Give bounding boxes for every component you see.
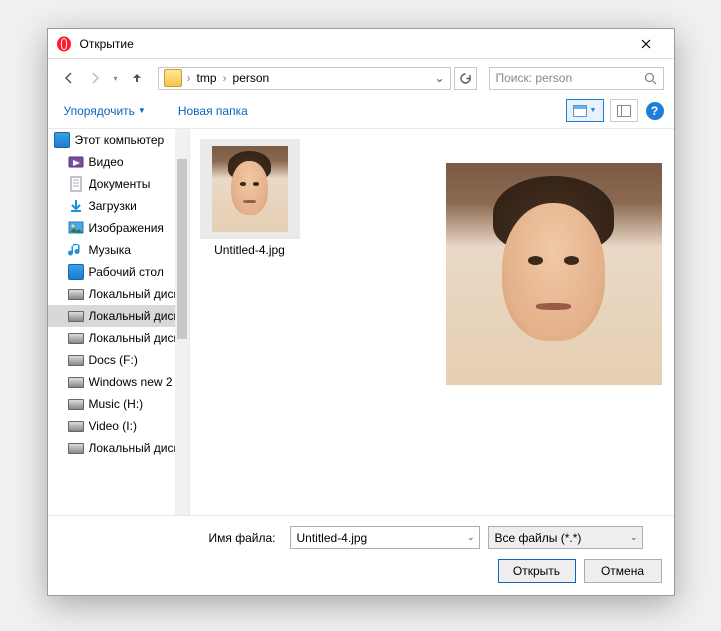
thumbnails-icon (573, 105, 587, 117)
opera-icon (56, 36, 72, 52)
recent-dropdown[interactable]: ▾ (110, 67, 122, 89)
tree-item[interactable]: Локальный диск (48, 305, 189, 327)
tree-item-label: Рабочий стол (89, 265, 164, 279)
search-placeholder: Поиск: person (496, 71, 644, 85)
open-file-dialog: Открытие ▾ › tmp › person ⌄ Поиск: perso… (47, 28, 675, 596)
tree-this-pc[interactable]: Этот компьютер (48, 129, 189, 151)
tree-item-icon (68, 440, 84, 456)
tree-item-label: Музыка (89, 243, 131, 257)
tree-item-label: Video (I:) (89, 419, 137, 433)
dialog-body: Этот компьютер Видео Документы Загрузки … (48, 129, 674, 515)
file-item[interactable]: Untitled-4.jpg (200, 139, 300, 257)
tree-item-icon (68, 198, 84, 214)
folder-icon (164, 69, 182, 87)
breadcrumb-person[interactable]: person (229, 71, 274, 85)
cancel-button[interactable]: Отмена (584, 559, 662, 583)
file-list[interactable]: Untitled-4.jpg (190, 129, 442, 515)
tree-item-icon (68, 418, 84, 434)
toolbar: Упорядочить▼ Новая папка ▼ ? (48, 93, 674, 129)
arrow-up-icon (130, 71, 144, 85)
filename-input[interactable]: Untitled-4.jpg ⌄ (290, 526, 480, 549)
breadcrumb-tmp[interactable]: tmp (193, 71, 221, 85)
chevron-right-icon: › (185, 71, 193, 85)
caret-down-icon: ▼ (590, 107, 597, 114)
pc-icon (54, 132, 70, 148)
tree-item-icon (68, 330, 84, 346)
chevron-right-icon: › (221, 71, 229, 85)
preview-pane (442, 129, 674, 515)
preview-image (446, 163, 662, 385)
tree-item-label: Документы (89, 177, 151, 191)
tree-item[interactable]: Рабочий стол (48, 261, 189, 283)
tree-item-icon (68, 396, 84, 412)
close-icon (641, 39, 651, 49)
preview-pane-button[interactable] (610, 99, 638, 122)
tree-item[interactable]: Windows new 2 (48, 371, 189, 393)
tree-item-icon (68, 352, 84, 368)
tree-item-icon (68, 242, 84, 258)
tree-item[interactable]: Video (I:) (48, 415, 189, 437)
help-icon: ? (651, 104, 658, 118)
nav-row: ▾ › tmp › person ⌄ Поиск: person (48, 63, 674, 93)
search-input[interactable]: Поиск: person (489, 67, 664, 90)
tree-item[interactable]: Music (H:) (48, 393, 189, 415)
tree-item-label: Локальный диск (89, 287, 179, 301)
tree-item[interactable]: Docs (F:) (48, 349, 189, 371)
tree-item[interactable]: Документы (48, 173, 189, 195)
tree-item[interactable]: Видео (48, 151, 189, 173)
view-mode-button[interactable]: ▼ (566, 99, 604, 122)
forward-button[interactable] (84, 67, 106, 89)
tree-item[interactable]: Локальный диск (48, 437, 189, 459)
new-folder-button[interactable]: Новая папка (172, 100, 254, 122)
tree-item-icon (68, 264, 84, 280)
tree-item-label: Локальный диск (89, 331, 179, 345)
tree-item[interactable]: Локальный диск (48, 283, 189, 305)
refresh-icon (459, 72, 472, 85)
dialog-footer: Имя файла: Untitled-4.jpg ⌄ Все файлы (*… (48, 515, 674, 595)
organize-button[interactable]: Упорядочить▼ (58, 100, 152, 122)
tree-item-label: Docs (F:) (89, 353, 138, 367)
nav-tree: Этот компьютер Видео Документы Загрузки … (48, 129, 190, 515)
arrow-left-icon (62, 71, 76, 85)
tree-item-icon (68, 154, 84, 170)
tree-item-icon (68, 308, 84, 324)
filename-label: Имя файла: (60, 531, 282, 545)
arrow-right-icon (88, 71, 102, 85)
up-button[interactable] (126, 67, 148, 89)
search-icon (644, 72, 657, 85)
preview-pane-icon (617, 105, 631, 117)
tree-item[interactable]: Музыка (48, 239, 189, 261)
tree-item[interactable]: Локальный диск (48, 327, 189, 349)
window-title: Открытие (80, 37, 626, 51)
refresh-button[interactable] (454, 67, 477, 90)
sidebar-scrollbar[interactable] (175, 129, 189, 515)
tree-item[interactable]: Изображения (48, 217, 189, 239)
address-dropdown[interactable]: ⌄ (432, 71, 448, 85)
title-bar: Открытие (48, 29, 674, 59)
file-thumbnail (200, 139, 300, 239)
tree-item-label: Изображения (89, 221, 164, 235)
file-type-filter[interactable]: Все файлы (*.*) ⌄ (488, 526, 643, 549)
help-button[interactable]: ? (646, 102, 664, 120)
tree-item-icon (68, 374, 84, 390)
file-name-label: Untitled-4.jpg (200, 243, 300, 257)
address-bar[interactable]: › tmp › person ⌄ (158, 67, 451, 90)
scrollbar-thumb[interactable] (177, 159, 187, 339)
close-button[interactable] (626, 30, 666, 58)
tree-item-icon (68, 176, 84, 192)
open-button[interactable]: Открыть (498, 559, 576, 583)
tree-item-label: Music (H:) (89, 397, 144, 411)
chevron-down-icon: ⌄ (467, 532, 475, 543)
caret-down-icon: ▼ (138, 106, 146, 115)
tree-item-icon (68, 286, 84, 302)
tree-item-label: Windows new 2 (89, 375, 173, 389)
tree-item-icon (68, 220, 84, 236)
tree-item-label: Видео (89, 155, 124, 169)
back-button[interactable] (58, 67, 80, 89)
tree-item-label: Загрузки (89, 199, 137, 213)
chevron-down-icon: ⌄ (630, 532, 638, 543)
tree-item[interactable]: Загрузки (48, 195, 189, 217)
tree-item-label: Локальный диск (89, 309, 179, 323)
tree-item-label: Локальный диск (89, 441, 179, 455)
